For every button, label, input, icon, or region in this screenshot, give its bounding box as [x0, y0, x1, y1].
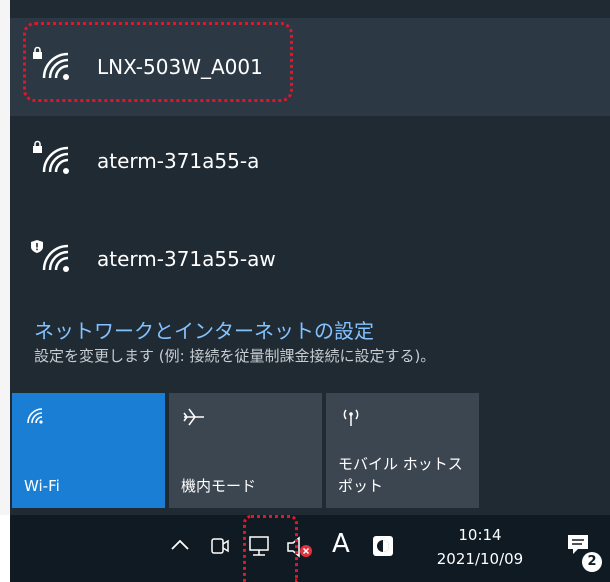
- tile-label: 機内モード: [181, 477, 257, 495]
- clock-date: 2021/10/09: [436, 550, 524, 568]
- ime-mode-indicator[interactable]: A: [332, 529, 350, 559]
- network-name: aterm-371a55-aw: [97, 247, 276, 271]
- highlight-annotation-network: [23, 22, 293, 102]
- airplane-icon: [182, 407, 206, 431]
- background-edge: [0, 0, 10, 515]
- network-settings-description: 設定を変更します (例: 接続を従量制課金接続に設定する)。: [34, 347, 436, 365]
- chevron-up-icon[interactable]: [170, 537, 190, 556]
- network-item-aterm-371a55-a[interactable]: aterm-371a55-a: [10, 112, 610, 210]
- mobile-hotspot-tile[interactable]: モバイル ホットス ポット: [326, 393, 479, 508]
- mobile-hotspot-icon: [339, 407, 363, 431]
- notification-count-badge: 2: [582, 552, 602, 572]
- taskbar: A 10:14 2021/10/09: [10, 515, 610, 582]
- tile-label: モバイル ホットス ポット: [338, 455, 463, 495]
- clock-time: 10:14: [458, 526, 502, 544]
- lock-icon: [33, 146, 42, 153]
- app-tray-icon[interactable]: [372, 535, 394, 561]
- wifi-icon: [25, 407, 47, 429]
- clock[interactable]: 10:14 2021/10/09: [430, 523, 530, 571]
- network-item-aterm-371a55-aw[interactable]: aterm-371a55-aw: [10, 210, 610, 308]
- secured-wifi-icon: [30, 140, 78, 184]
- network-name: aterm-371a55-a: [97, 149, 260, 173]
- unsecured-wifi-icon: [30, 238, 78, 282]
- airplane-mode-tile[interactable]: 機内モード: [169, 393, 322, 508]
- tile-label: Wi-Fi: [24, 477, 60, 495]
- network-settings-link[interactable]: ネットワークとインターネットの設定: [34, 315, 374, 344]
- highlight-annotation-network-icon: [243, 515, 298, 582]
- meet-now-icon[interactable]: [210, 535, 230, 561]
- wifi-toggle-tile[interactable]: Wi-Fi: [12, 393, 165, 508]
